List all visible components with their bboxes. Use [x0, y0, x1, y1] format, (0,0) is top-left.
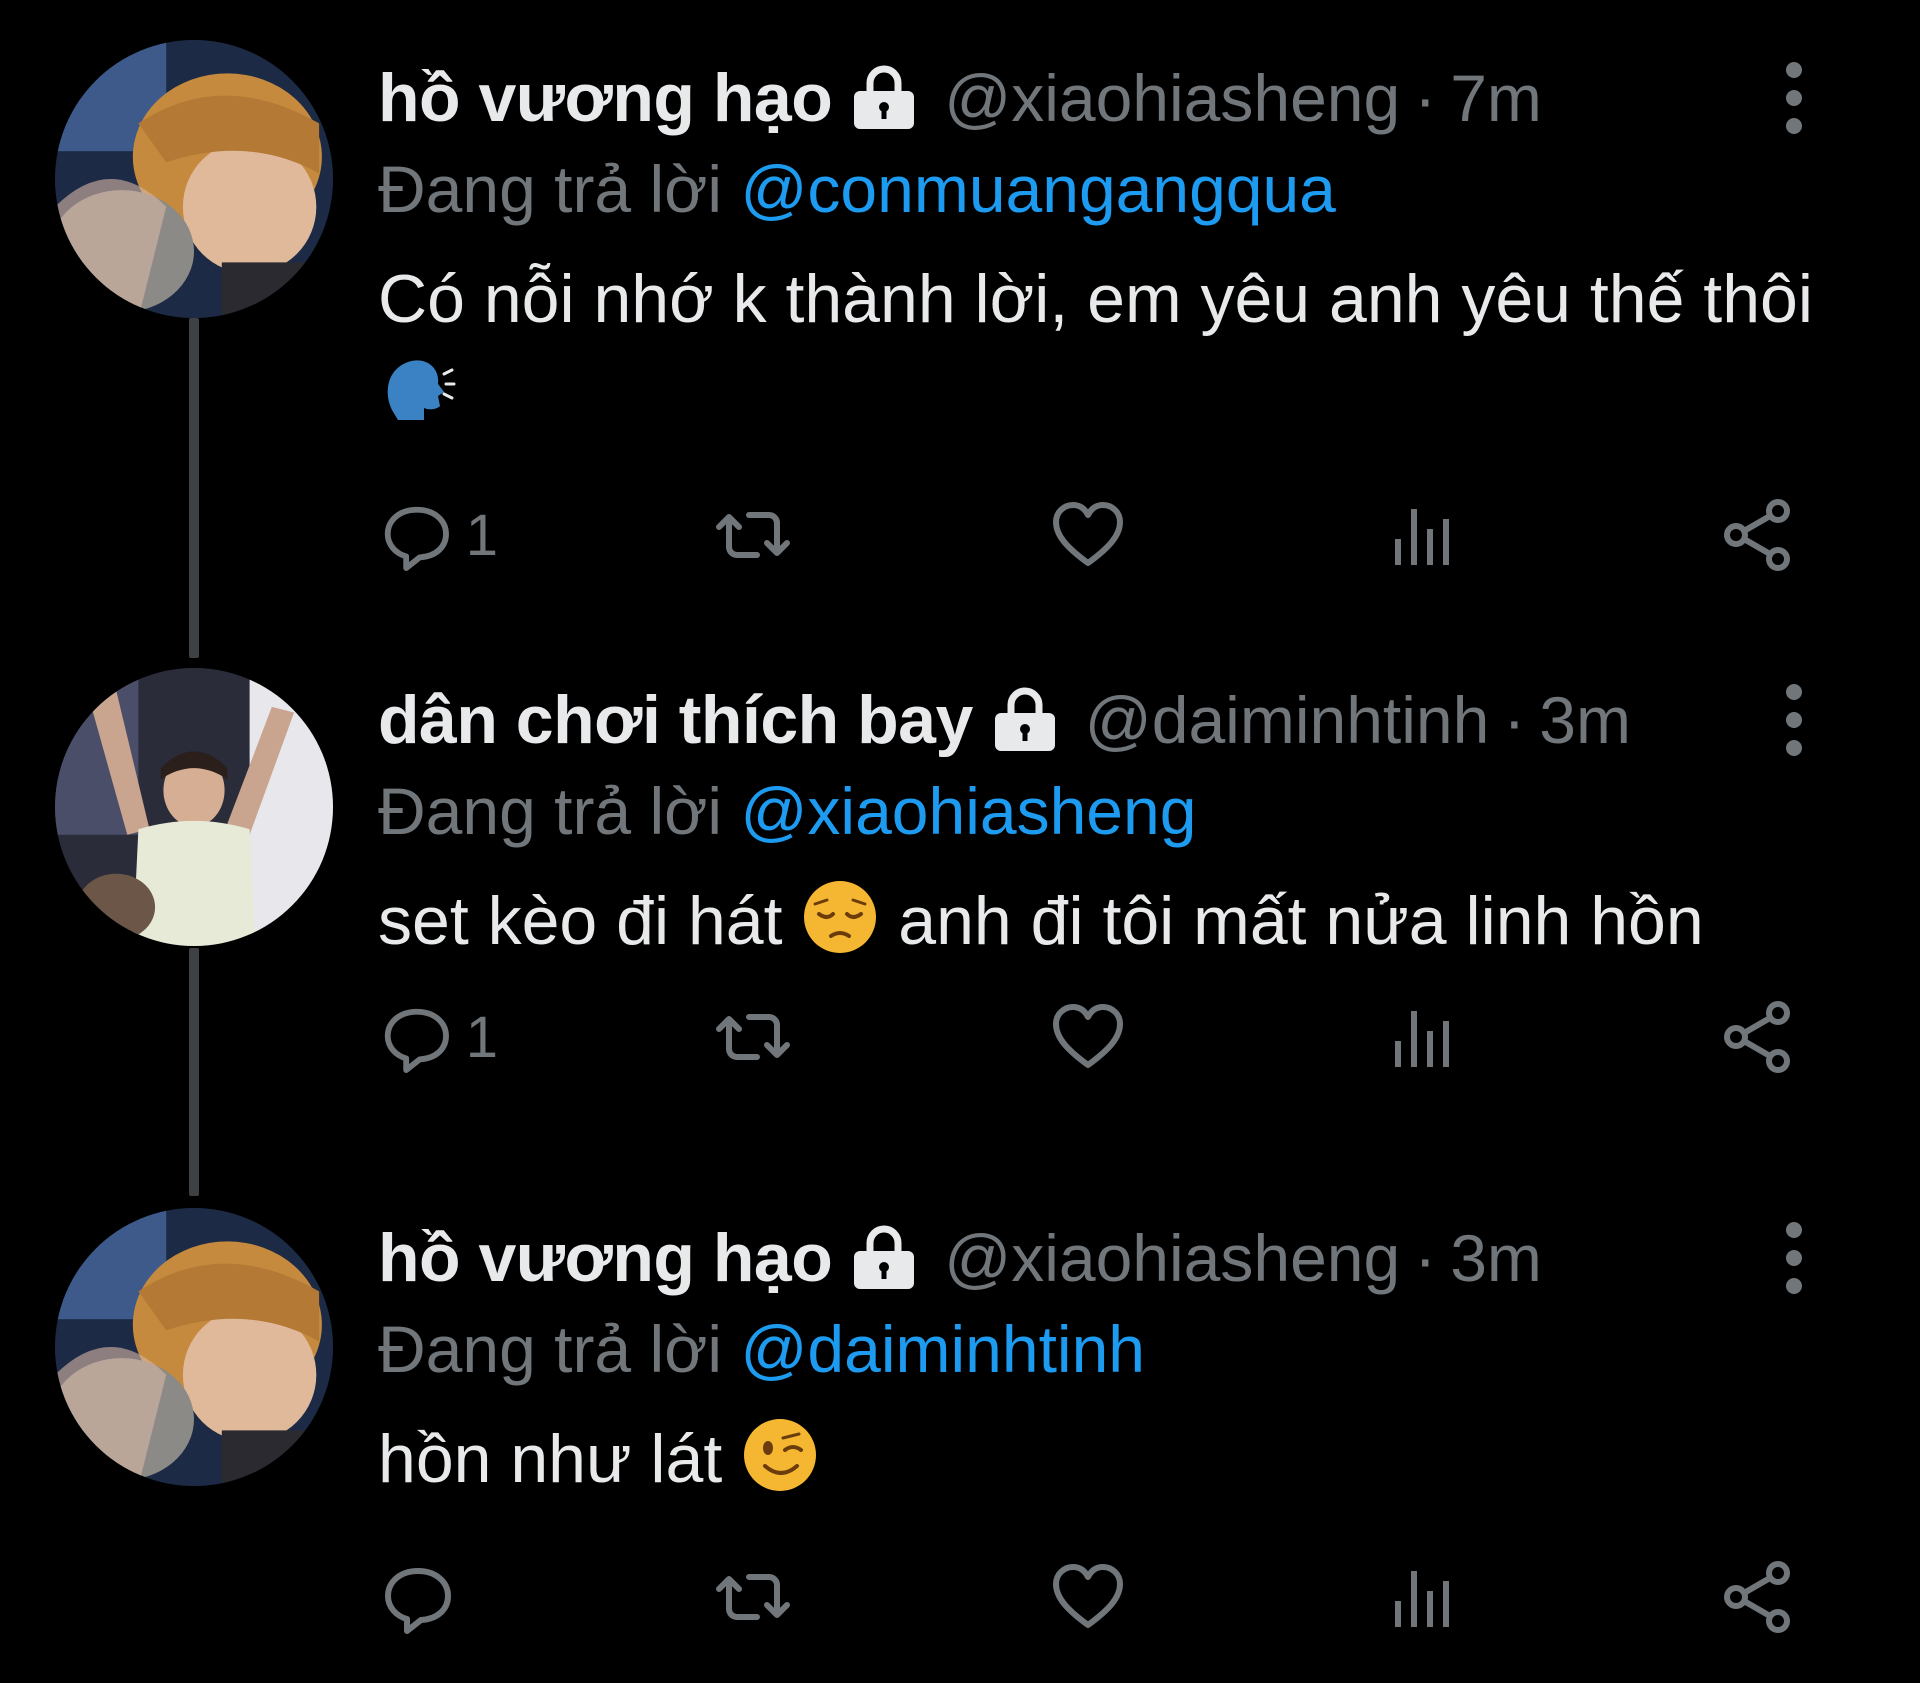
share-button[interactable]: [1718, 495, 1798, 575]
more-options-icon[interactable]: [1774, 62, 1814, 134]
more-options-icon[interactable]: [1774, 1222, 1814, 1294]
tweet-text-after: anh đi tôi mất nửa linh hồn: [898, 883, 1704, 959]
share-icon: [1718, 997, 1798, 1077]
speaking-head-emoji: [378, 350, 456, 428]
retweet-icon: [713, 997, 793, 1077]
lock-icon: [989, 687, 1061, 753]
timestamp[interactable]: 3m: [1539, 682, 1631, 758]
display-name[interactable]: hồ vương hạo: [378, 59, 833, 137]
reply-prefix: Đang trả lời: [378, 152, 723, 226]
more-options-icon[interactable]: [1774, 684, 1814, 756]
tweet-text: set kèo đi hát anh đi tôi mất nửa linh h…: [378, 874, 1840, 968]
reply-context: Đang trả lời @conmuangangqua: [378, 146, 1840, 232]
tweet-text: Có nỗi nhớ k thành lời, em yêu anh yêu t…: [378, 252, 1840, 440]
views-button[interactable]: [1383, 1557, 1503, 1637]
user-handle[interactable]: @daiminhtinh: [1085, 682, 1490, 758]
reply-context: Đang trả lời @daiminhtinh: [378, 1306, 1840, 1392]
views-icon: [1383, 1557, 1463, 1637]
reply-count: 1: [465, 502, 498, 568]
like-button[interactable]: [1048, 1557, 1168, 1637]
retweet-icon: [713, 495, 793, 575]
retweet-button[interactable]: [713, 1557, 833, 1637]
display-name[interactable]: dân chơi thích bay: [378, 681, 973, 759]
retweet-button[interactable]: [713, 495, 833, 575]
reply-button[interactable]: [378, 1557, 498, 1637]
like-icon: [1048, 1557, 1128, 1637]
views-button[interactable]: [1383, 495, 1503, 575]
timestamp[interactable]: 3m: [1450, 1220, 1542, 1296]
avatar[interactable]: [55, 1208, 333, 1486]
views-icon: [1383, 495, 1463, 575]
views-icon: [1383, 997, 1463, 1077]
reply-prefix: Đang trả lời: [378, 774, 723, 848]
reply-mention[interactable]: @daiminhtinh: [740, 1312, 1145, 1386]
tweet-actions: 1: [378, 490, 1798, 580]
reply-mention[interactable]: @xiaohiasheng: [740, 774, 1196, 848]
pensive-face-emoji: [801, 878, 879, 956]
tweet-text-content: Có nỗi nhớ k thành lời, em yêu anh yêu t…: [378, 261, 1813, 337]
reply-button[interactable]: 1: [378, 997, 498, 1077]
tweet-text: hồn như lát: [378, 1412, 1840, 1506]
tweet[interactable]: hồ vương hạo @xiaohiasheng · 3m Đang trả…: [0, 1208, 1920, 1678]
lock-icon: [848, 65, 920, 131]
reply-icon: [378, 1557, 458, 1637]
user-handle[interactable]: @xiaohiasheng: [944, 60, 1400, 136]
tweet-actions: 1: [378, 992, 1798, 1082]
retweet-button[interactable]: [713, 997, 833, 1077]
reply-icon: [378, 495, 456, 575]
display-name[interactable]: hồ vương hạo: [378, 1219, 833, 1297]
retweet-icon: [713, 1557, 793, 1637]
share-button[interactable]: [1718, 1557, 1798, 1637]
tweet-actions: [378, 1552, 1798, 1642]
timestamp[interactable]: 7m: [1450, 60, 1542, 136]
like-icon: [1048, 997, 1128, 1077]
reply-context: Đang trả lời @xiaohiasheng: [378, 768, 1840, 854]
share-button[interactable]: [1718, 997, 1798, 1077]
separator: ·: [1503, 683, 1526, 757]
tweet-text-content: hồn như lát: [378, 1421, 723, 1497]
reply-prefix: Đang trả lời: [378, 1312, 723, 1386]
winking-face-emoji: [741, 1416, 819, 1494]
avatar[interactable]: [55, 40, 333, 318]
separator: ·: [1414, 61, 1437, 135]
user-handle[interactable]: @xiaohiasheng: [944, 1220, 1400, 1296]
share-icon: [1718, 1557, 1798, 1637]
lock-icon: [848, 1225, 920, 1291]
tweet[interactable]: hồ vương hạo @xiaohiasheng · 7m Đang trả…: [0, 40, 1920, 610]
views-button[interactable]: [1383, 997, 1503, 1077]
tweet-text-before: set kèo đi hát: [378, 883, 783, 959]
reply-count: 1: [465, 1004, 498, 1070]
tweet[interactable]: dân chơi thích bay @daiminhtinh · 3m Đan…: [0, 668, 1920, 1188]
like-button[interactable]: [1048, 495, 1168, 575]
avatar[interactable]: [55, 668, 333, 946]
reply-button[interactable]: 1: [378, 495, 498, 575]
share-icon: [1718, 495, 1798, 575]
separator: ·: [1414, 1221, 1437, 1295]
like-icon: [1048, 495, 1128, 575]
like-button[interactable]: [1048, 997, 1168, 1077]
reply-icon: [378, 997, 456, 1077]
reply-mention[interactable]: @conmuangangqua: [740, 152, 1335, 226]
